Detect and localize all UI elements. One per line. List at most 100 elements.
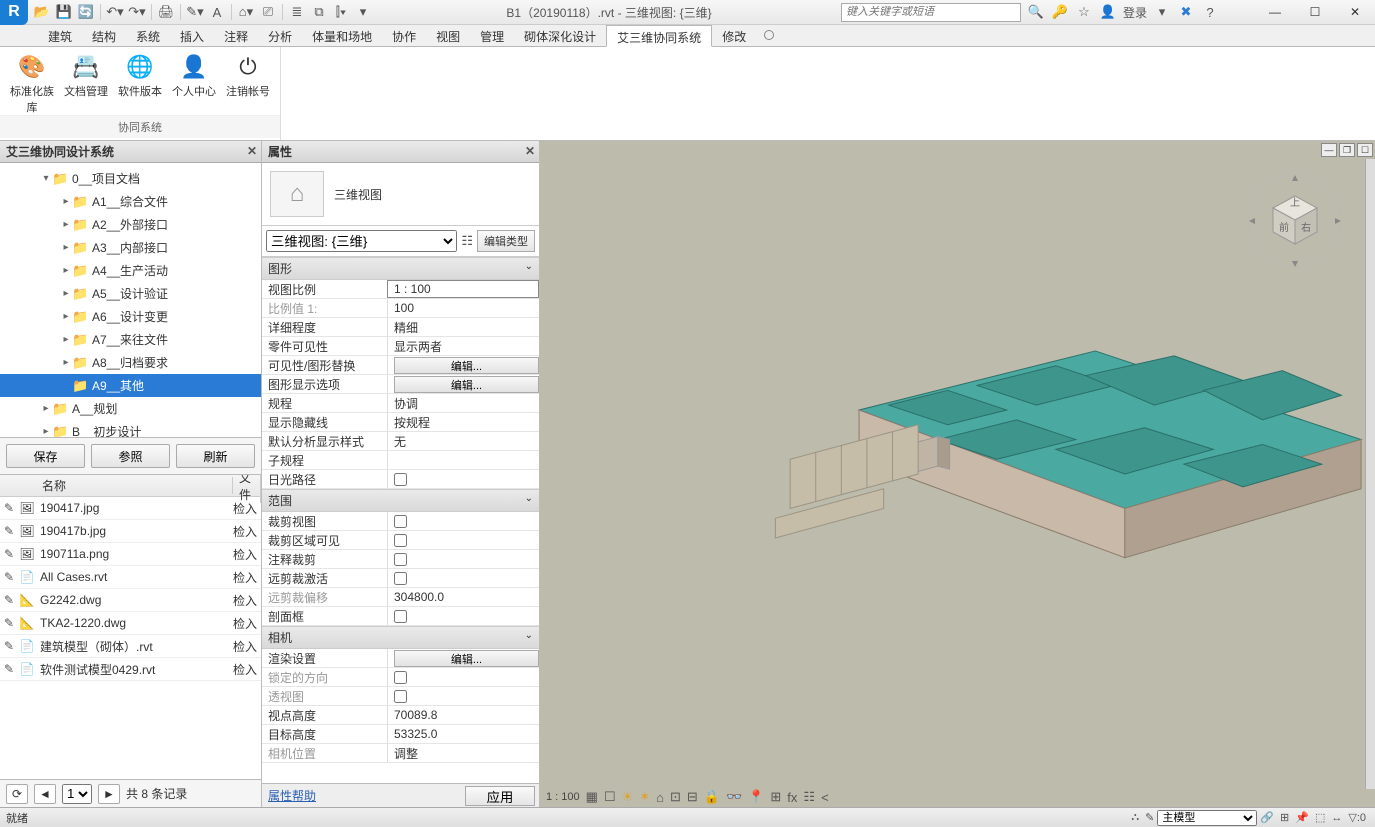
refresh-button[interactable]: 刷新	[176, 444, 255, 468]
crop-icon[interactable]: ⊡	[670, 789, 681, 805]
view-minimize-icon[interactable]: —	[1321, 143, 1337, 157]
properties-help-link[interactable]: 属性帮助	[262, 787, 465, 804]
visual-style-icon[interactable]: ☐	[604, 789, 616, 805]
prop-group-header[interactable]: 图形⌄	[262, 257, 539, 280]
star-icon[interactable]: ☆	[1075, 3, 1093, 21]
ribbon-tab-0[interactable]: 建筑	[38, 25, 82, 46]
prop-row[interactable]: 比例值 1:100	[262, 299, 539, 318]
type-thumbnail[interactable]: ⌂	[270, 171, 324, 217]
properties-grid[interactable]: 图形⌄视图比例1 : 100比例值 1:100详细程度精细零件可见性显示两者可见…	[262, 257, 539, 783]
detail-level-icon[interactable]: ▦	[586, 789, 598, 805]
tree-node-3[interactable]: ▸📁A3__内部接口	[0, 236, 261, 259]
ribbon-tab-4[interactable]: 注释	[214, 25, 258, 46]
tree-node-4[interactable]: ▸📁A4__生产活动	[0, 259, 261, 282]
hide-icon[interactable]: 👓	[726, 789, 742, 805]
editable-icon[interactable]: ✎	[1145, 811, 1154, 824]
shadows-icon[interactable]: ✶	[639, 789, 650, 805]
prop-row[interactable]: 透视图	[262, 687, 539, 706]
prop-row[interactable]: 注释裁剪	[262, 550, 539, 569]
file-row[interactable]: ✎🖼190417.jpg检入	[0, 497, 261, 520]
search-field[interactable]	[846, 6, 1016, 18]
ribbon-btn-2[interactable]: 🌐软件版本	[116, 53, 164, 115]
qat-text-icon[interactable]: A	[207, 2, 227, 22]
page-select[interactable]: 1	[62, 784, 92, 804]
help-icon[interactable]: ?	[1201, 3, 1219, 21]
ribbon-expand-icon[interactable]	[764, 30, 774, 40]
prop-row[interactable]: 远剪裁激活	[262, 569, 539, 588]
select-underlay-icon[interactable]: ⊞	[1280, 811, 1289, 824]
constraints-icon[interactable]: ⊞	[770, 789, 781, 805]
view-maximize-icon[interactable]: ☐	[1357, 143, 1373, 157]
qat-open-icon[interactable]: 📂	[32, 2, 52, 22]
edit-type-button[interactable]: 编辑类型	[477, 230, 535, 252]
prop-row[interactable]: 零件可见性显示两者	[262, 337, 539, 356]
worksets-icon[interactable]: ⛬	[1131, 811, 1139, 824]
prop-row[interactable]: 图形显示选项编辑...	[262, 375, 539, 394]
next-page-icon[interactable]: ►	[98, 784, 120, 804]
qat-switch-icon[interactable]: ⫿▾	[331, 2, 351, 22]
prop-row[interactable]: 远剪裁偏移304800.0	[262, 588, 539, 607]
tree-node-10[interactable]: ▸📁A__规划	[0, 397, 261, 420]
prop-row[interactable]: 锁定的方向	[262, 668, 539, 687]
col-type[interactable]: 文件	[233, 475, 261, 503]
ribbon-btn-4[interactable]: ⏻注销帐号	[224, 53, 272, 115]
prop-group-header[interactable]: 相机⌄	[262, 626, 539, 649]
qat-measure-icon[interactable]: ✎▾	[185, 2, 205, 22]
prop-row[interactable]: 目标高度53325.0	[262, 725, 539, 744]
login-label[interactable]: 登录	[1123, 4, 1147, 21]
prop-row[interactable]: 视图比例1 : 100	[262, 280, 539, 299]
prop-row[interactable]: 日光路径	[262, 470, 539, 489]
rendering-icon[interactable]: ⌂	[656, 790, 664, 805]
exchange-icon[interactable]: ✖	[1177, 3, 1195, 21]
lock-icon[interactable]: 🔒	[704, 789, 720, 805]
3d-view[interactable]: — ❐ ☐	[540, 141, 1375, 807]
ribbon-btn-0[interactable]: 🎨标准化族库	[8, 53, 56, 115]
file-row[interactable]: ✎🖼190417b.jpg检入	[0, 520, 261, 543]
prop-row[interactable]: 详细程度精细	[262, 318, 539, 337]
ribbon-tab-12[interactable]: 修改	[712, 25, 756, 46]
qat-print-icon[interactable]: 🖨	[156, 2, 176, 22]
prop-row[interactable]: 视点高度70089.8	[262, 706, 539, 725]
refresh-pager-icon[interactable]: ⟳	[6, 784, 28, 804]
tree-node-11[interactable]: ▸📁B__初步设计	[0, 420, 261, 438]
ribbon-tab-11[interactable]: 艾三维协同系统	[606, 25, 712, 47]
drag-icon[interactable]: ↔	[1331, 812, 1342, 824]
tree-node-5[interactable]: ▸📁A5__设计验证	[0, 282, 261, 305]
app-icon[interactable]: R	[0, 0, 28, 25]
prev-page-icon[interactable]: ◄	[34, 784, 56, 804]
model-select[interactable]: 主模型	[1157, 810, 1257, 826]
qat-undo-icon[interactable]: ↶▾	[105, 2, 125, 22]
prop-group-header[interactable]: 范围⌄	[262, 489, 539, 512]
ribbon-tab-10[interactable]: 砌体深化设计	[514, 25, 606, 46]
file-list[interactable]: 名称 文件 ✎🖼190417.jpg检入✎🖼190417b.jpg检入✎🖼190…	[0, 475, 261, 779]
ribbon-tab-9[interactable]: 管理	[470, 25, 514, 46]
ribbon-btn-3[interactable]: 👤个人中心	[170, 53, 218, 115]
prop-row[interactable]: 裁剪区域可见	[262, 531, 539, 550]
qat-dropdown-icon[interactable]: ▾	[353, 2, 373, 22]
tree-node-8[interactable]: ▸📁A8__归档要求	[0, 351, 261, 374]
close-properties-icon[interactable]: ✕	[525, 144, 535, 158]
file-row[interactable]: ✎📄All Cases.rvt检入	[0, 566, 261, 589]
close-button[interactable]: ✕	[1335, 0, 1375, 25]
tree-node-9[interactable]: 📁A9__其他	[0, 374, 261, 397]
tree-node-2[interactable]: ▸📁A2__外部接口	[0, 213, 261, 236]
expand-icon[interactable]: <	[821, 790, 829, 805]
ribbon-tab-2[interactable]: 系统	[126, 25, 170, 46]
col-name[interactable]: 名称	[36, 477, 233, 494]
key-icon[interactable]: 🔑	[1051, 3, 1069, 21]
prop-row[interactable]: 渲染设置编辑...	[262, 649, 539, 668]
prop-row[interactable]: 子规程	[262, 451, 539, 470]
tree-node-1[interactable]: ▸📁A1__综合文件	[0, 190, 261, 213]
select-links-icon[interactable]: 🔗	[1260, 811, 1274, 824]
reference-button[interactable]: 参照	[91, 444, 170, 468]
dropdown-icon[interactable]: ▾	[1153, 3, 1171, 21]
file-row[interactable]: ✎🖼190711a.png检入	[0, 543, 261, 566]
filter-count-icon[interactable]: ▽:0	[1348, 811, 1366, 824]
binoculars-icon[interactable]: 🔍	[1027, 3, 1045, 21]
highlight-icon[interactable]: ☷	[803, 789, 815, 805]
qat-sync-icon[interactable]: 🔄	[76, 2, 96, 22]
view-cube[interactable]: 上 前 右	[1235, 171, 1355, 271]
project-tree[interactable]: ▾📁0__项目文档▸📁A1__综合文件▸📁A2__外部接口▸📁A3__内部接口▸…	[0, 163, 261, 438]
tree-node-7[interactable]: ▸📁A7__来往文件	[0, 328, 261, 351]
select-pinned-icon[interactable]: 📌	[1295, 811, 1309, 824]
